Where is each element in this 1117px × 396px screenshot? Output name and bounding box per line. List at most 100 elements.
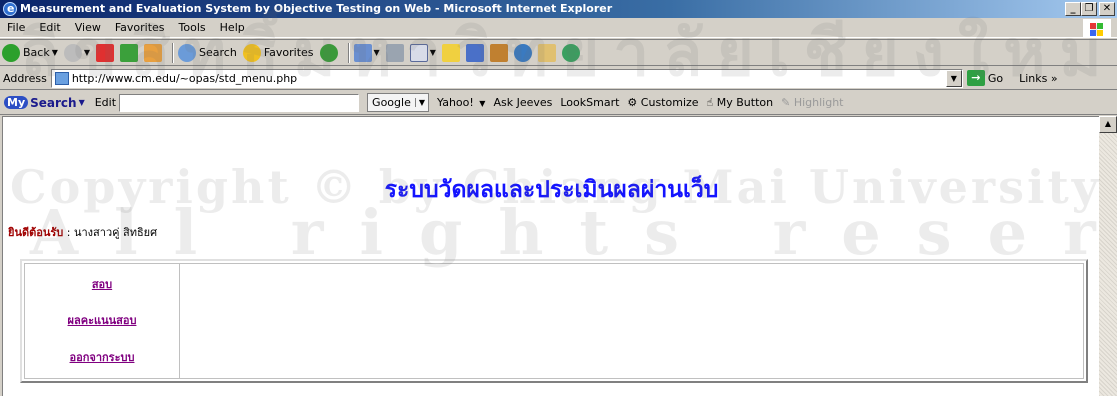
- mail-icon: [353, 43, 372, 62]
- address-label: Address: [3, 71, 47, 85]
- menu-bar: File Edit View Favorites Tools Help: [0, 18, 1117, 38]
- menu-favorites[interactable]: Favorites: [108, 18, 172, 38]
- mysearch-toolbar: My Search ▼ Edit Google ▼ Yahoo! ▼ Ask J…: [0, 91, 1117, 115]
- hand-icon: ☝: [706, 96, 714, 109]
- search-button[interactable]: Search: [178, 43, 237, 62]
- search-icon: [178, 43, 197, 62]
- mail-button[interactable]: ▼: [353, 43, 380, 62]
- history-icon: [319, 43, 338, 62]
- search-engine-label: Google: [372, 96, 411, 109]
- internet-explorer-icon: [3, 0, 17, 18]
- page-icon: [54, 71, 69, 85]
- customize-label: Customize: [640, 96, 699, 109]
- chevron-down-icon: ▼: [83, 48, 91, 57]
- customize-icon: ⚙: [627, 96, 638, 109]
- mysearch-logo[interactable]: My Search ▼: [4, 96, 85, 110]
- menu-table: สอบ ผลคะแนนสอบ ออกจากระบบ: [20, 259, 1088, 383]
- messenger-button[interactable]: [513, 43, 532, 62]
- menu-file[interactable]: File: [0, 18, 32, 38]
- links-button[interactable]: Links »: [1019, 72, 1058, 85]
- chevron-down-icon: ▼: [78, 98, 85, 107]
- people-icon: [561, 43, 580, 62]
- page-title: ระบบวัดผลและประเมินผลผ่านเว็บ: [384, 177, 719, 203]
- maximize-button[interactable]: ❐: [1081, 2, 1097, 16]
- window-controls: _ ❐ ✕: [1065, 2, 1115, 16]
- lightning-icon: [465, 43, 484, 62]
- welcome-separator: :: [63, 226, 74, 239]
- chevron-down-icon: ▼: [51, 48, 58, 57]
- close-button[interactable]: ✕: [1099, 2, 1115, 16]
- page-viewport: ระบบวัดผลและประเมินผลผ่านเว็บ ยินดีต้อนร…: [2, 116, 1099, 396]
- toolbar-separator: [347, 42, 350, 63]
- edit-button[interactable]: ▼: [409, 43, 436, 62]
- menu-edit[interactable]: Edit: [32, 18, 67, 38]
- my-button-label: My Button: [716, 96, 774, 109]
- go-label: Go: [987, 71, 1004, 85]
- forward-button[interactable]: ▼: [63, 43, 91, 62]
- customize-button[interactable]: ⚙ Customize: [627, 96, 698, 109]
- vertical-scrollbar[interactable]: ▲: [1099, 116, 1117, 396]
- stop-button[interactable]: [96, 43, 115, 62]
- print-button[interactable]: [385, 43, 404, 62]
- back-arrow-icon: [2, 43, 20, 62]
- search-engine-select[interactable]: Google ▼: [367, 93, 429, 112]
- forward-arrow-icon: [63, 43, 82, 62]
- chevron-down-icon: ▼: [479, 99, 486, 108]
- refresh-icon: [120, 43, 139, 62]
- menu-link-scores[interactable]: ผลคะแนนสอบ: [25, 311, 179, 329]
- favorites-button[interactable]: Favorites: [242, 43, 314, 62]
- content-column: [181, 264, 1083, 378]
- refresh-button[interactable]: [120, 43, 139, 62]
- word-document-icon: [409, 43, 428, 62]
- go-button[interactable]: → Go: [966, 70, 1004, 86]
- lightning-button[interactable]: [465, 43, 484, 62]
- folder-button[interactable]: [441, 43, 460, 62]
- package-button[interactable]: [537, 43, 556, 62]
- back-button[interactable]: Back ▼: [2, 43, 58, 62]
- minimize-button[interactable]: _: [1065, 2, 1081, 16]
- back-label: Back: [23, 46, 50, 59]
- research-icon: [489, 43, 508, 62]
- looksmart-button[interactable]: LookSmart: [560, 96, 619, 109]
- mysearch-input[interactable]: [119, 93, 360, 112]
- home-icon: [144, 43, 163, 62]
- menu-tools[interactable]: Tools: [172, 18, 213, 38]
- toolbar-separator: [172, 42, 175, 63]
- address-url: http://www.cm.edu/~opas/std_menu.php: [71, 71, 298, 85]
- mysearch-logo-text: Search: [30, 95, 77, 110]
- highlight-button[interactable]: ✎ Highlight: [781, 96, 843, 109]
- chevron-down-icon: ▼: [414, 98, 428, 107]
- package-icon: [537, 43, 556, 62]
- menu-link-exam[interactable]: สอบ: [25, 275, 179, 293]
- yahoo-label: Yahoo!: [437, 96, 474, 109]
- home-button[interactable]: [144, 43, 163, 62]
- printer-icon: [385, 43, 404, 62]
- welcome-label: ยินดีต้อนรับ: [8, 226, 64, 239]
- stop-icon: [96, 43, 115, 62]
- chevron-down-icon[interactable]: ▼: [945, 69, 962, 87]
- highlight-label: Highlight: [793, 96, 844, 109]
- mysearch-edit-label[interactable]: Edit: [95, 96, 116, 109]
- window-title-bar: Measurement and Evaluation System by Obj…: [0, 0, 1117, 18]
- menu-table-inner: สอบ ผลคะแนนสอบ ออกจากระบบ: [24, 263, 1084, 379]
- menu-help[interactable]: Help: [213, 18, 252, 38]
- standard-toolbar: Back ▼ ▼ Search Favorites ▼ ▼: [0, 39, 1117, 66]
- user-name: นางสาวคู่ สิทธิยศ: [73, 226, 158, 239]
- chevron-down-icon: ▼: [429, 48, 436, 57]
- yahoo-button[interactable]: Yahoo! ▼: [437, 96, 485, 109]
- my-button[interactable]: ☝ My Button: [707, 96, 774, 109]
- folder-icon: [441, 43, 460, 62]
- favorites-label: Favorites: [263, 46, 314, 59]
- menu-link-logout[interactable]: ออกจากระบบ: [25, 348, 179, 366]
- chevron-down-icon: ▼: [373, 48, 380, 57]
- people-button[interactable]: [561, 43, 580, 62]
- scroll-up-icon[interactable]: ▲: [1099, 116, 1117, 133]
- address-input[interactable]: http://www.cm.edu/~opas/std_menu.php ▼: [50, 68, 963, 88]
- history-button[interactable]: [319, 43, 338, 62]
- mysearch-my: My: [4, 96, 29, 109]
- research-button[interactable]: [489, 43, 508, 62]
- window-title: Measurement and Evaluation System by Obj…: [20, 2, 613, 15]
- menu-column: สอบ ผลคะแนนสอบ ออกจากระบบ: [25, 264, 180, 378]
- menu-view[interactable]: View: [68, 18, 108, 38]
- ask-jeeves-button[interactable]: Ask Jeeves: [493, 96, 552, 109]
